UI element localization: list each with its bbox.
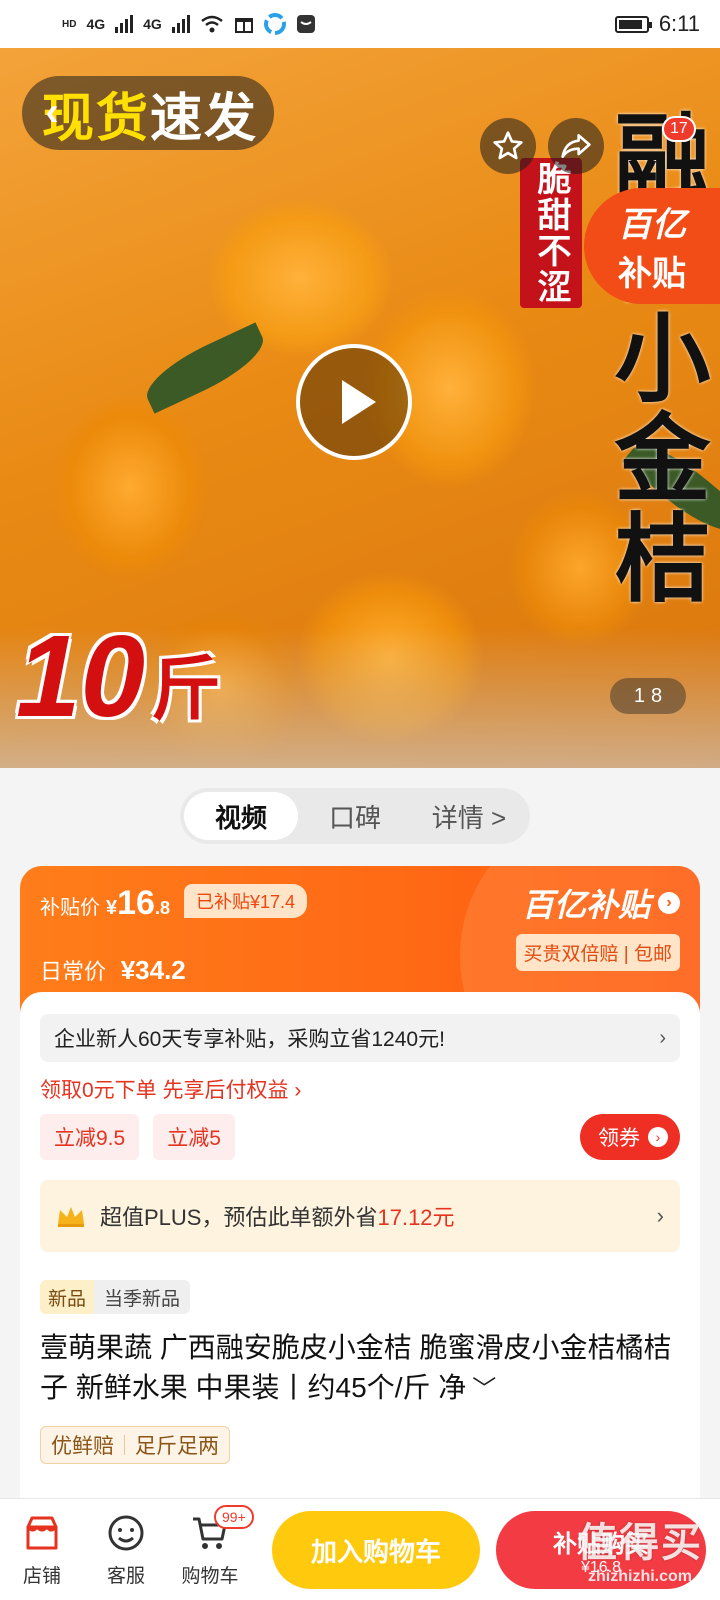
coupon-list: 立减9.5 立减5	[40, 1114, 235, 1160]
guarantee-weight: 足斤足两	[135, 1435, 219, 1458]
wifi-icon	[201, 15, 223, 33]
product-title-text: 壹萌果蔬 广西融安脆皮小金桔 脆蜜滑皮小金桔橘桔子 新鲜水果 中果装丨约45个/…	[40, 1332, 672, 1403]
weight-unit: 斤	[151, 650, 222, 728]
subsidy-logo-badge: 百亿 补贴	[584, 188, 720, 304]
product-image-carousel[interactable]: 现货 速发 ‹ 脆甜不涩 融安小金桔 17 百亿 补贴 10 斤 1 8	[0, 48, 720, 768]
pager-current: 1	[633, 684, 645, 707]
share-count-badge: 17	[662, 116, 696, 142]
price-integer: 16	[117, 884, 155, 922]
weight-label: 10 斤	[16, 618, 221, 734]
product-info-sheet: 企业新人 60天 专享补贴，采购立省 1240元! › 领取0元下单 先享后付权…	[20, 992, 700, 1498]
enterprise-text-a: 企业新人	[54, 1028, 138, 1051]
gift-icon	[234, 18, 253, 33]
subsidy-logo-line2: 补贴	[618, 255, 686, 293]
status-right: 6:11	[614, 11, 700, 37]
subsidy-brand-label: 百亿补贴	[521, 887, 650, 923]
tab-details[interactable]: 详情 >	[412, 792, 526, 840]
watermark-logo-text: 值得买	[577, 1521, 703, 1565]
chevron-left-icon: ‹	[45, 89, 59, 134]
chevron-right-icon: ›	[648, 1127, 668, 1147]
guarantee-tags[interactable]: 优鲜赔 足斤足两	[40, 1426, 230, 1464]
chevron-right-icon: ›	[656, 1203, 664, 1228]
service-icon	[104, 1511, 148, 1555]
pager-total: 8	[651, 684, 663, 707]
share-button[interactable]	[548, 118, 604, 174]
coupon-item[interactable]: 立减9.5	[40, 1114, 140, 1160]
watermark-url: zhizhizhi.com	[588, 1568, 692, 1585]
coupon-item[interactable]: 立减5	[153, 1114, 235, 1160]
signal-icon	[115, 15, 134, 33]
customer-service-button[interactable]: 客服	[86, 1511, 166, 1588]
store-icon	[20, 1511, 64, 1555]
site-watermark: 值得买 zhizhizhi.com	[560, 1510, 720, 1586]
plus-amount: 17.12元	[377, 1205, 455, 1230]
chevron-right-icon: ›	[659, 1026, 666, 1049]
content-tabs-area: 视频 口碑 详情 >	[0, 768, 720, 858]
daily-price-value: ¥34.2	[120, 955, 186, 985]
get-coupon-label: 领券	[598, 1127, 640, 1150]
favorite-button[interactable]	[480, 118, 536, 174]
tab-video[interactable]: 视频	[184, 792, 298, 840]
subsidy-price-row: 补贴价 ¥ 16 .8 已补贴¥17.4	[40, 884, 308, 924]
expand-chevron-icon[interactable]: ﹀	[472, 1376, 496, 1403]
new-product-tag: 新品	[40, 1280, 95, 1314]
network-4g-label-2: 4G	[143, 16, 162, 32]
currency-symbol: ¥	[106, 897, 118, 919]
subsidized-amount-tag: 已补贴¥17.4	[183, 884, 308, 918]
message-icon	[296, 15, 315, 33]
get-coupon-button[interactable]: 领券 ›	[580, 1114, 680, 1160]
enterprise-amount: 1240元!	[371, 1028, 445, 1051]
app-icon	[263, 13, 286, 35]
product-title[interactable]: 壹萌果蔬 广西融安脆皮小金桔 脆蜜滑皮小金桔橘桔子 新鲜水果 中果装丨约45个/…	[40, 1328, 680, 1410]
add-to-cart-button[interactable]: 加入购物车	[272, 1511, 480, 1589]
guarantee-fresh: 优鲜赔	[51, 1435, 114, 1458]
daily-price-row: 日常价 ¥34.2	[40, 954, 186, 986]
subsidy-price-label: 补贴价	[40, 897, 100, 919]
image-pager: 1 8	[610, 678, 686, 714]
crown-icon	[58, 1207, 84, 1227]
subsidy-brand-link[interactable]: 百亿补贴 ›	[522, 880, 680, 926]
hd-indicator: HD	[62, 18, 77, 30]
weight-number: 10	[16, 611, 146, 741]
product-detail-screen: HD 4G 4G 6:11 现货 速发 ‹ 脆甜不涩 融安小金桔 17 百亿 补…	[0, 0, 720, 1600]
service-label: 客服	[106, 1566, 145, 1587]
subsidy-logo-line1: 百亿	[618, 206, 686, 244]
guarantee-slogan: 买贵双倍赔 | 包邮	[515, 934, 680, 971]
tab-reviews[interactable]: 口碑	[298, 792, 412, 840]
battery-icon	[614, 15, 652, 33]
price-decimal: .8	[154, 898, 170, 918]
enterprise-subsidy-banner[interactable]: 企业新人 60天 专享补贴，采购立省 1240元! ›	[40, 1014, 680, 1062]
store-button[interactable]: 店铺	[2, 1511, 82, 1588]
network-4g-label-1: 4G	[86, 16, 106, 32]
plus-text: 超值PLUS，预估此单额外省	[100, 1205, 378, 1230]
clock: 6:11	[658, 11, 700, 36]
crisp-sweet-banner: 脆甜不涩	[520, 158, 582, 308]
status-bar: HD 4G 4G 6:11	[0, 0, 720, 48]
daily-price-label: 日常价	[40, 959, 107, 984]
cart-button[interactable]: 购物车 99+	[170, 1505, 254, 1588]
play-video-button[interactable]	[296, 344, 412, 460]
cart-count-badge: 99+	[214, 1505, 254, 1529]
seasonal-tag: 当季新品	[94, 1280, 191, 1314]
back-button[interactable]: ‹	[28, 82, 76, 142]
product-tags: 新品 当季新品	[40, 1280, 191, 1314]
pay-later-link[interactable]: 领取0元下单 先享后付权益 ›	[40, 1074, 301, 1104]
status-left: HD 4G 4G	[62, 13, 316, 35]
signal-icon-2	[171, 15, 190, 33]
fast-ship-label: 速发	[150, 89, 259, 148]
enterprise-text-b: 专享补贴，采购立省	[182, 1028, 372, 1051]
cart-label: 购物车	[181, 1566, 239, 1587]
store-label: 店铺	[22, 1566, 61, 1587]
chevron-right-icon: ›	[658, 892, 680, 914]
enterprise-days: 60天	[138, 1028, 183, 1051]
star-icon	[493, 131, 523, 160]
leaf-decoration	[137, 322, 273, 414]
content-tabs: 视频 口碑 详情 >	[180, 788, 530, 844]
plus-savings-banner[interactable]: 超值PLUS，预估此单额外省 17.12元 ›	[40, 1180, 680, 1252]
product-name-vertical: 融安小金桔	[600, 108, 707, 608]
share-icon	[561, 134, 591, 158]
